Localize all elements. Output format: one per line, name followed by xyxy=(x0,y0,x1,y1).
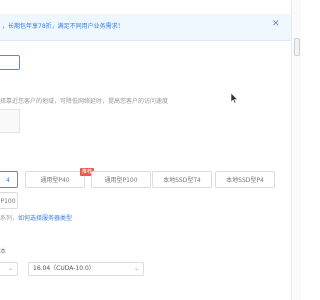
promo-banner: ，长期包年享78折，满足不同用户业务需求！ ✕ xyxy=(0,14,291,41)
option-input-selected[interactable] xyxy=(0,55,20,70)
chevron-down-icon: ⌄ xyxy=(7,265,13,272)
version-select-value: 16.04（CUDA-10.0） xyxy=(33,265,95,272)
gpu-card-p100[interactable]: 通用型P100 xyxy=(91,171,151,188)
region-hint: 择靠近您客户的地域，可降低网络延时，提高您客户的访问速度 xyxy=(0,98,169,105)
version-select[interactable]: 16.04（CUDA-10.0） ⌄ xyxy=(28,262,144,276)
banner-text: ，长期包年享78折，满足不同用户业务需求！ xyxy=(2,23,124,30)
scrollbar-thumb[interactable] xyxy=(294,38,300,56)
gpu-card-selected[interactable]: 4 xyxy=(0,171,18,188)
gpu-card-ssd-p4[interactable]: 本地SSD型P4 xyxy=(215,171,275,188)
mouse-cursor-icon xyxy=(231,93,239,104)
os-select[interactable]: ⌄ xyxy=(0,262,18,276)
gpu-card-ssd-t4[interactable]: 本地SSD型T4 xyxy=(152,171,212,188)
region-field[interactable] xyxy=(0,109,20,133)
chevron-down-icon: ⌄ xyxy=(133,265,139,272)
server-type-help-link[interactable]: 如何选择服务器类型 xyxy=(18,215,72,222)
close-icon[interactable]: ✕ xyxy=(272,20,280,29)
tip-text: 系列， xyxy=(0,215,19,222)
image-section-label: 本 xyxy=(0,248,7,255)
server-type-tip: 系列，如何选择服务器类型 xyxy=(0,213,72,222)
gpu-card-p100-row2[interactable]: P100 xyxy=(0,192,18,209)
gpu-card-p40[interactable]: 通用型P40 xyxy=(25,171,85,188)
